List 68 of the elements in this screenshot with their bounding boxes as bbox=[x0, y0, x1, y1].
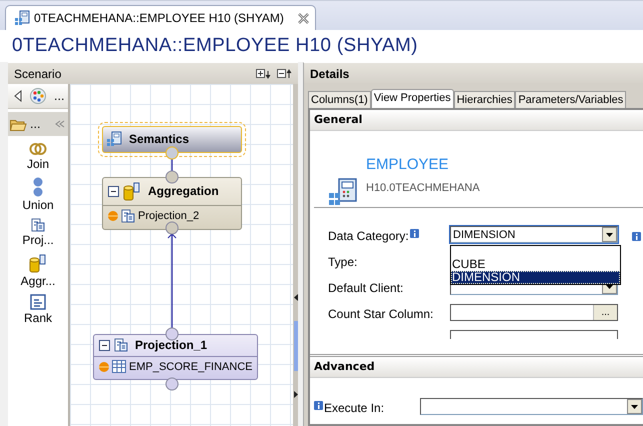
field-label: Count Star Column: bbox=[328, 307, 434, 321]
field-label: Type: bbox=[328, 255, 358, 269]
diagram-node[interactable]: Aggregation Projection_2 bbox=[102, 177, 242, 230]
right-arrow-icon bbox=[294, 391, 298, 398]
dropdown[interactable]: DIMENSION bbox=[450, 226, 618, 243]
more-label: ... bbox=[54, 90, 64, 102]
drawer-label: ... bbox=[30, 118, 40, 130]
tab[interactable]: View Properties bbox=[370, 89, 454, 108]
port-handle[interactable] bbox=[166, 378, 178, 390]
collapse-arrows-icon bbox=[55, 120, 65, 128]
source-name-label: EMP_SCORE_FINANCE bbox=[129, 360, 252, 372]
left-arrow-icon bbox=[294, 294, 298, 301]
dropdown[interactable] bbox=[420, 398, 643, 415]
node-title: Semantics bbox=[129, 132, 190, 146]
table-grid-icon bbox=[112, 360, 126, 373]
table-sheet-icon bbox=[114, 338, 128, 352]
calculation-view-icon bbox=[328, 177, 358, 207]
diagram-node[interactable]: Projection_1 EMP_SCORE_FINANCE bbox=[93, 334, 258, 380]
back-arrow-icon bbox=[14, 90, 22, 102]
stacked-circles-icon bbox=[32, 177, 44, 197]
port-handle[interactable] bbox=[166, 170, 178, 184]
expand-all-icon bbox=[256, 68, 271, 78]
input-field[interactable] bbox=[450, 330, 618, 339]
palette-drawer-header[interactable]: ... bbox=[8, 112, 68, 136]
folder-icon bbox=[10, 118, 27, 130]
field-label: Data Category: bbox=[328, 229, 409, 243]
tab[interactable]: Hierarchies bbox=[454, 91, 516, 108]
close-icon bbox=[298, 12, 309, 24]
schema-name: H10.0TEACHMEHANA bbox=[366, 182, 480, 194]
palette-icon bbox=[30, 88, 46, 104]
collapse-box-icon bbox=[108, 186, 119, 196]
status-dot-icon bbox=[108, 211, 118, 221]
port-handle[interactable] bbox=[166, 146, 178, 160]
panel-title: Details bbox=[310, 66, 350, 80]
rings-icon bbox=[29, 142, 47, 156]
panel-title: Scenario bbox=[14, 66, 62, 80]
port-handle[interactable] bbox=[166, 222, 178, 234]
calculation-view-icon bbox=[106, 131, 122, 147]
node-title: Projection_1 bbox=[135, 338, 208, 352]
cylinder-icon bbox=[29, 253, 47, 273]
dropdown-option[interactable]: CUBE bbox=[451, 258, 620, 271]
tab[interactable]: Columns(1) bbox=[308, 91, 371, 108]
table-sheet-icon bbox=[121, 209, 135, 223]
palette-item[interactable]: Proj... bbox=[8, 212, 68, 247]
status-dot-icon bbox=[99, 362, 109, 372]
splitter-highlight bbox=[294, 321, 298, 371]
connector-line bbox=[171, 159, 173, 171]
section-header: General bbox=[310, 110, 643, 131]
field-label: Execute In: bbox=[324, 401, 384, 415]
editor-tab[interactable]: 0TEACHMEHANA::EMPLOYEE H10 (SHYAM) bbox=[5, 5, 316, 30]
port-handle[interactable] bbox=[166, 328, 178, 340]
palette-item[interactable]: Join bbox=[8, 136, 68, 171]
node-title: Aggregation bbox=[148, 184, 219, 198]
palette-item[interactable]: Aggr... bbox=[8, 247, 68, 288]
source-name-label: Projection_2 bbox=[138, 210, 200, 222]
palette-item[interactable]: Union bbox=[8, 171, 68, 212]
cylinder-icon bbox=[123, 181, 141, 201]
view-name: EMPLOYEE bbox=[366, 156, 450, 173]
section-header: Advanced bbox=[310, 357, 643, 378]
palette-item[interactable]: Rank bbox=[8, 288, 68, 325]
dropdown-option[interactable]: DIMENSION bbox=[451, 271, 620, 284]
collapse-all-icon bbox=[277, 68, 292, 78]
field-label: Default Client: bbox=[328, 281, 404, 295]
tab[interactable]: Parameters/Variables bbox=[515, 91, 626, 108]
calculation-view-icon bbox=[14, 10, 30, 26]
table-sheet-icon bbox=[31, 218, 45, 232]
list-box-icon bbox=[30, 294, 46, 310]
collapse-box-icon bbox=[99, 340, 110, 350]
